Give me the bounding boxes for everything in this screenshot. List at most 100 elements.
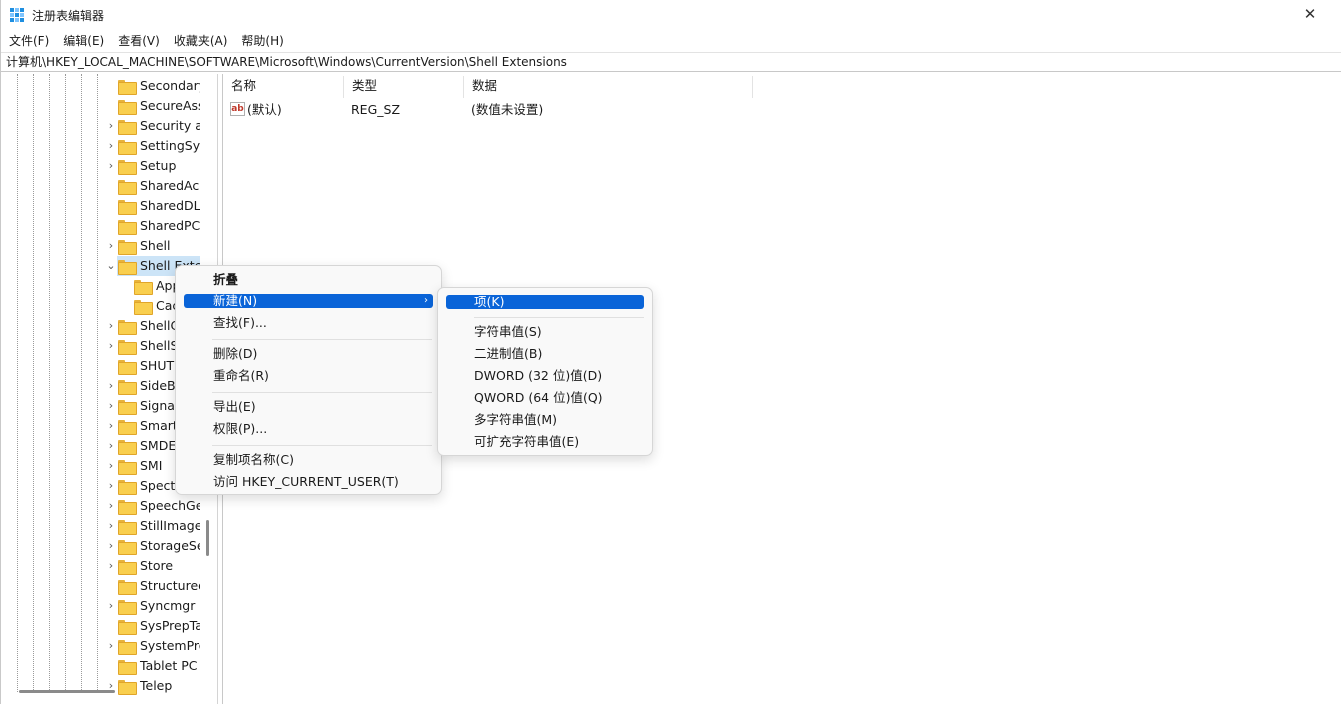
menu-export[interactable]: 导出(E) — [213, 397, 256, 417]
chevron-right-icon[interactable]: › — [106, 556, 116, 576]
tree-item-label: StillImage — [140, 518, 200, 533]
chevron-right-icon[interactable]: › — [106, 436, 116, 456]
tree-item[interactable]: ⌄Shell Exten — [1, 256, 200, 276]
folder-icon — [118, 440, 137, 455]
tree-item[interactable]: › Smart — [1, 416, 200, 436]
chevron-right-icon[interactable]: › — [106, 156, 116, 176]
close-icon[interactable]: ✕ — [1302, 6, 1318, 22]
tree-item[interactable]: › Store — [1, 556, 200, 576]
chevron-down-icon[interactable]: ⌄ — [106, 256, 116, 276]
menu-permissions[interactable]: 权限(P)... — [213, 419, 267, 439]
tree-item[interactable]: › Telep — [1, 676, 200, 696]
tree-item[interactable]: Structured — [1, 576, 200, 596]
chevron-right-icon[interactable]: › — [106, 376, 116, 396]
menu-file[interactable]: 文件(F) — [1, 31, 56, 51]
value-row[interactable]: ab (默认) REG_SZ (数值未设置) — [223, 100, 823, 120]
column-header-name[interactable]: 名称 — [223, 76, 344, 98]
tree-item[interactable]: › Setup — [1, 156, 200, 176]
menu-goto-hkcu[interactable]: 访问 HKEY_CURRENT_USER(T) — [213, 472, 399, 492]
menu-collapse[interactable]: 折叠 — [213, 270, 238, 290]
tree-vertical-scrollbar[interactable] — [206, 520, 209, 556]
chevron-right-icon[interactable]: › — [106, 496, 116, 516]
tree-item[interactable]: SharedAcc — [1, 176, 200, 196]
folder-icon — [118, 500, 137, 515]
submenu-new-dword[interactable]: DWORD (32 位)值(D) — [474, 366, 602, 386]
submenu-new-multi-string[interactable]: 多字符串值(M) — [474, 410, 557, 430]
tree-item[interactable]: SysPrepTa — [1, 616, 200, 636]
chevron-right-icon[interactable]: › — [106, 516, 116, 536]
tree-item[interactable]: › Shell — [1, 236, 200, 256]
tree-item-label: Secondary — [140, 78, 200, 93]
address-bar[interactable]: 计算机\HKEY_LOCAL_MACHINE\SOFTWARE\Microsof… — [1, 52, 1341, 72]
tree-item[interactable]: › Security ar — [1, 116, 200, 136]
submenu-new-expandable-string[interactable]: 可扩充字符串值(E) — [474, 432, 579, 452]
tree-item[interactable]: › Spectr — [1, 476, 200, 496]
chevron-right-icon[interactable]: › — [106, 136, 116, 156]
tree-item[interactable]: Secondary — [1, 76, 200, 96]
column-header-type[interactable]: 类型 — [344, 76, 464, 98]
submenu-new-binary[interactable]: 二进制值(B) — [474, 344, 542, 364]
chevron-right-icon[interactable]: › — [106, 676, 116, 696]
chevron-right-icon[interactable]: › — [106, 116, 116, 136]
submenu-new-qword[interactable]: QWORD (64 位)值(Q) — [474, 388, 603, 408]
chevron-right-icon[interactable]: › — [106, 396, 116, 416]
menu-view[interactable]: 查看(V) — [111, 31, 167, 51]
submenu-new-key[interactable]: 项(K) — [474, 292, 504, 312]
tree-item-label: SysPrepTa — [140, 618, 200, 633]
tree-item[interactable]: › Syncmgr — [1, 596, 200, 616]
chevron-right-icon[interactable]: › — [106, 636, 116, 656]
menu-separator — [212, 339, 432, 340]
tree-item[interactable]: › SMDE — [1, 436, 200, 456]
tree-item[interactable]: › SpeechGe — [1, 496, 200, 516]
menu-rename[interactable]: 重命名(R) — [213, 366, 269, 386]
menu-find[interactable]: 查找(F)... — [213, 313, 267, 333]
tree-item[interactable]: SharedPC — [1, 216, 200, 236]
tree-item[interactable]: › ShellS — [1, 336, 200, 356]
regedit-window: 注册表编辑器 ✕ 文件(F) 编辑(E) 查看(V) 收藏夹(A) 帮助(H) … — [0, 0, 1341, 704]
chevron-right-icon[interactable]: › — [106, 536, 116, 556]
tree-item[interactable]: App — [1, 276, 200, 296]
tree-item[interactable]: › ShellC — [1, 316, 200, 336]
chevron-right-icon[interactable]: › — [106, 456, 116, 476]
menu-delete[interactable]: 删除(D) — [213, 344, 257, 364]
menu-help[interactable]: 帮助(H) — [234, 31, 290, 51]
tree-item-label: SMI — [140, 458, 163, 473]
tree-item-label: SettingSyn — [140, 138, 200, 153]
menu-edit[interactable]: 编辑(E) — [56, 31, 111, 51]
context-menu: 折叠 新建(N) › 查找(F)... 删除(D) 重命名(R) 导出(E) 权… — [175, 265, 442, 495]
folder-icon — [118, 220, 137, 235]
tree-item[interactable]: › SettingSyn — [1, 136, 200, 156]
tree-item[interactable]: › SMI — [1, 456, 200, 476]
tree-item[interactable]: SHUTI — [1, 356, 200, 376]
menu-new[interactable]: 新建(N) — [213, 291, 257, 311]
tree-horizontal-scrollbar[interactable] — [19, 690, 115, 693]
folder-icon — [118, 400, 137, 415]
tree-item[interactable]: › StillImage — [1, 516, 200, 536]
tree-item-label: Security ar — [140, 118, 200, 133]
menu-favorites[interactable]: 收藏夹(A) — [167, 31, 235, 51]
folder-icon — [118, 120, 137, 135]
value-type: REG_SZ — [351, 102, 401, 117]
tree-item-label: SystemPro — [140, 638, 200, 653]
column-header-data[interactable]: 数据 — [464, 76, 753, 98]
tree-item[interactable]: › SystemPro — [1, 636, 200, 656]
chevron-right-icon[interactable]: › — [106, 596, 116, 616]
folder-icon — [118, 580, 137, 595]
chevron-right-icon[interactable]: › — [106, 476, 116, 496]
folder-icon — [134, 300, 153, 315]
tree-item[interactable]: › SideBy — [1, 376, 200, 396]
tree-item[interactable]: › StorageSe — [1, 536, 200, 556]
menu-copy-key-name[interactable]: 复制项名称(C) — [213, 450, 294, 470]
tree-item[interactable]: SecureAss — [1, 96, 200, 116]
chevron-right-icon[interactable]: › — [106, 236, 116, 256]
tree-item[interactable]: › Signal — [1, 396, 200, 416]
tree-item[interactable]: SharedDLL — [1, 196, 200, 216]
chevron-right-icon[interactable]: › — [106, 416, 116, 436]
submenu-new-string[interactable]: 字符串值(S) — [474, 322, 542, 342]
tree-item[interactable]: Tablet PC — [1, 656, 200, 676]
chevron-right-icon[interactable]: › — [106, 336, 116, 356]
tree-item[interactable]: Cac — [1, 296, 200, 316]
menu-separator — [212, 392, 432, 393]
chevron-right-icon[interactable]: › — [106, 316, 116, 336]
folder-icon — [118, 540, 137, 555]
